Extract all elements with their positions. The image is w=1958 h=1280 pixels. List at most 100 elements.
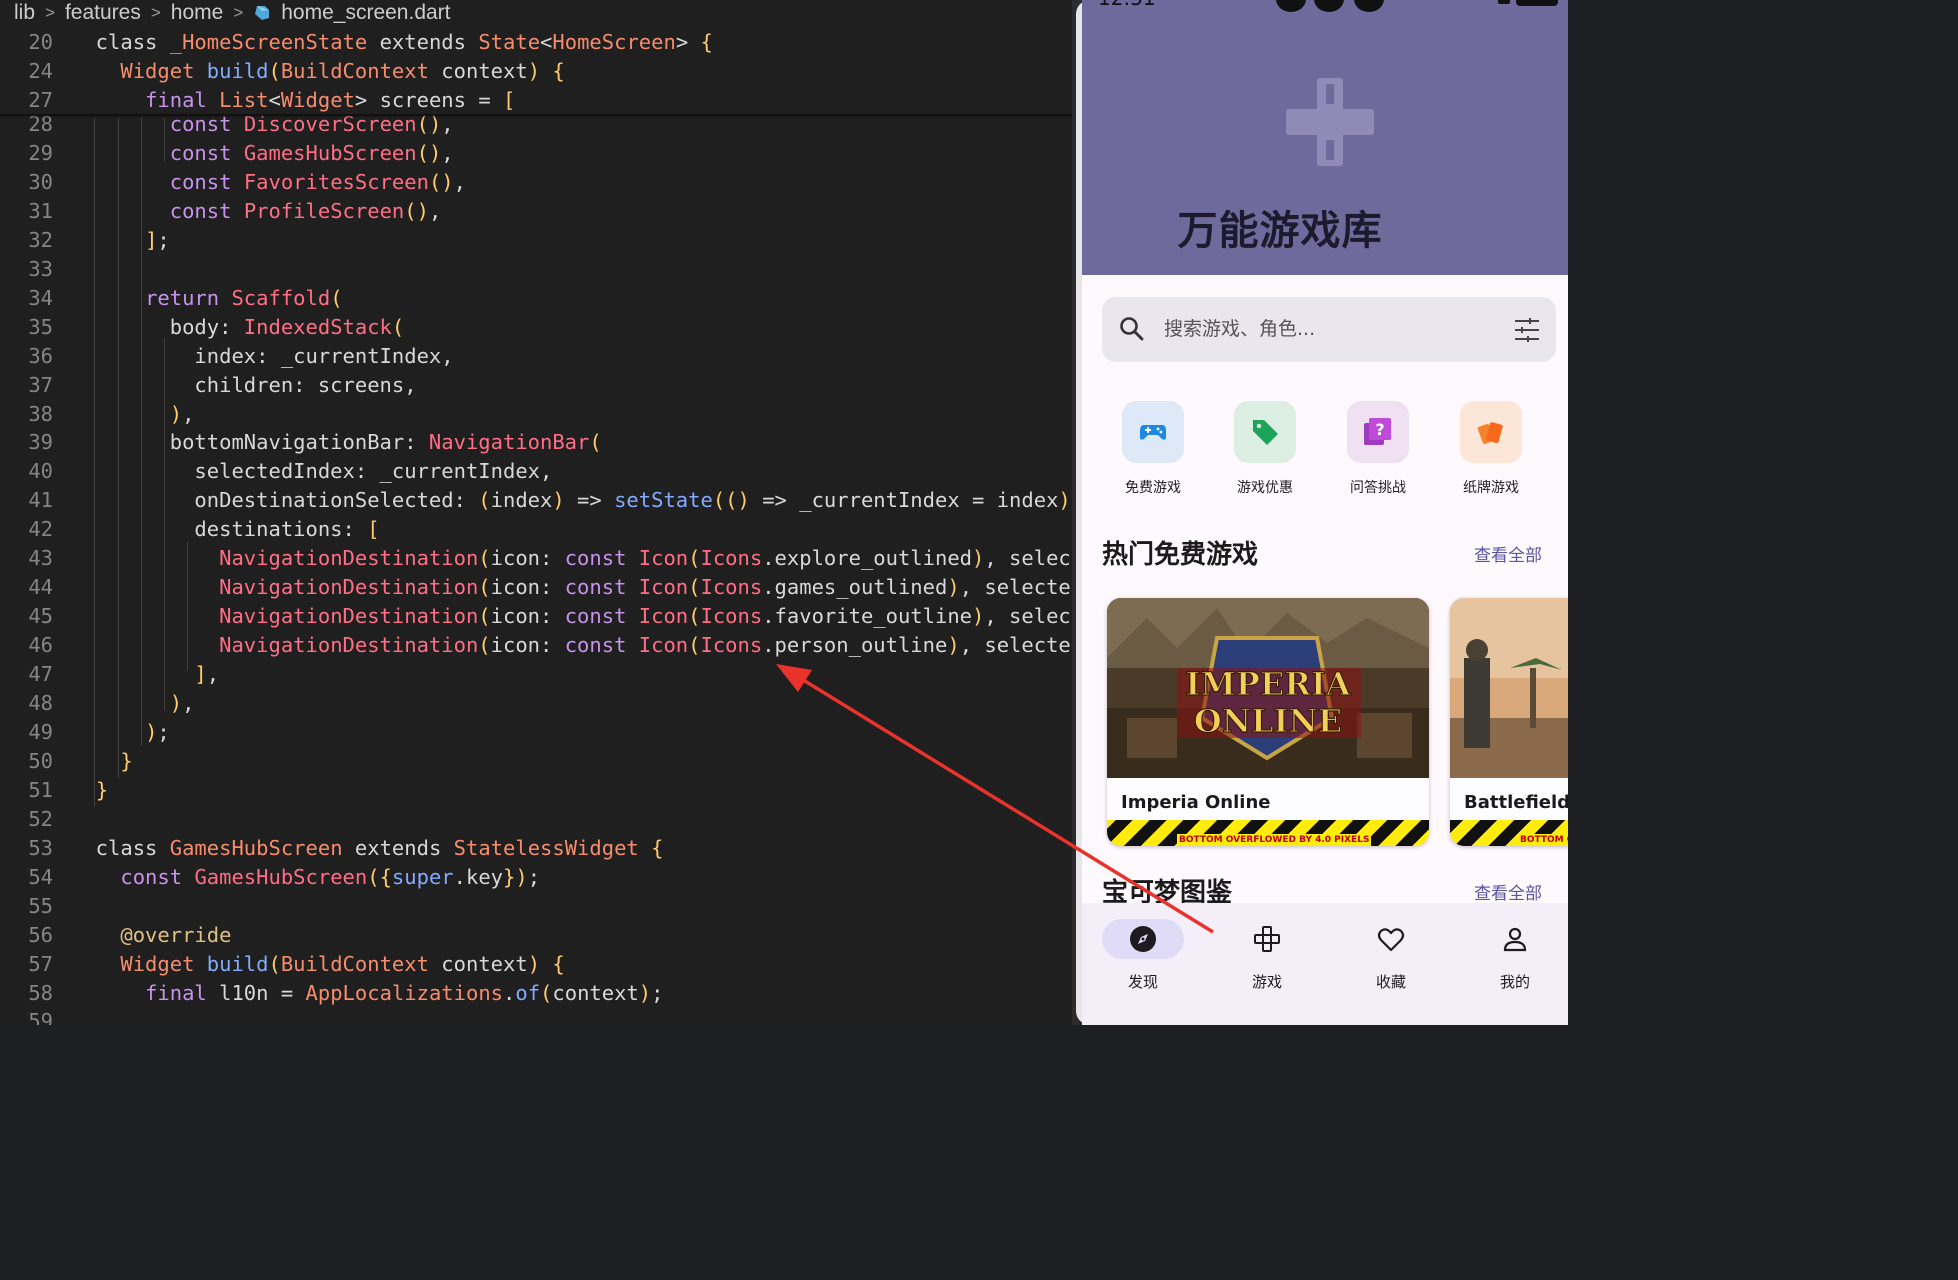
code-line[interactable]: 53 class GamesHubScreen extends Stateles… (0, 834, 1078, 863)
code-text: } (71, 747, 132, 776)
code-line[interactable]: 56 @override (0, 921, 1078, 950)
game-card-imperia-online[interactable]: IMPERIA ONLINE Imperia Online BOTTOM OVE… (1107, 598, 1429, 846)
code-line[interactable]: 33 (0, 255, 1078, 284)
code-line[interactable]: 40 selectedIndex: _currentIndex, (0, 457, 1078, 486)
code-token: ( (478, 633, 491, 658)
code-token: ( (688, 604, 701, 629)
code-token: setState (614, 488, 713, 513)
category-quiz[interactable]: ? 问答挑战 (1338, 401, 1418, 497)
sticky-code-line[interactable]: 24 Widget build(BuildContext context) { (0, 57, 1078, 86)
heart-icon (1377, 928, 1405, 952)
line-number: 31 (28, 198, 53, 223)
code-line[interactable]: 45 NavigationDestination(icon: const Ico… (0, 602, 1078, 631)
code-token: ( (268, 951, 281, 976)
code-text: NavigationDestination(icon: const Icon(I… (71, 602, 1078, 631)
code-line[interactable]: 49 ); (0, 718, 1078, 747)
code-line[interactable]: 58 final l10n = AppLocalizations.of(cont… (0, 979, 1078, 1008)
filter-sliders-icon[interactable] (1514, 317, 1540, 343)
code-line[interactable]: 50 } (0, 747, 1078, 776)
code-token: }) (503, 864, 528, 889)
overflow-warning-stripe: BOTTOM OVERFLOWED BY 4.0 PIXELS (1107, 820, 1429, 846)
line-number: 39 (28, 430, 53, 455)
category-free-games[interactable]: 免费游戏 (1113, 401, 1193, 497)
game-card-battlefield[interactable]: Battlefield R BOTTOM O (1450, 598, 1568, 846)
code-token: FavoritesScreen (243, 169, 429, 194)
breadcrumb-features[interactable]: features (65, 1, 141, 25)
code-line[interactable]: 36 index: _currentIndex, (0, 342, 1078, 371)
breadcrumb-home[interactable]: home (171, 1, 224, 25)
view-all-link[interactable]: 查看全部 (1474, 541, 1542, 566)
code-text: ]; (71, 226, 170, 255)
code-line[interactable]: 47 ], (0, 660, 1078, 689)
search-bar[interactable]: 搜索游戏、角色... (1102, 297, 1556, 362)
code-token: const (564, 575, 627, 600)
code-token: ) (947, 575, 960, 600)
code-line[interactable]: 54 const GamesHubScreen({super.key}); (0, 863, 1078, 892)
view-all-link[interactable]: 查看全部 (1474, 879, 1542, 904)
category-label: 问答挑战 (1350, 480, 1406, 496)
code-line[interactable]: 34 return Scaffold( (0, 284, 1078, 313)
code-line[interactable]: 38 ), (0, 400, 1078, 429)
code-line[interactable]: 44 NavigationDestination(icon: const Ico… (0, 573, 1078, 602)
code-line[interactable]: 29 const GamesHubScreen(), (0, 139, 1078, 168)
code-editor[interactable]: lib > features > home > home_screen.dart… (0, 0, 1078, 1025)
nav-label: 游戏 (1251, 973, 1282, 991)
code-line[interactable]: 57 Widget build(BuildContext context) { (0, 950, 1078, 979)
code-token: extends (367, 30, 479, 54)
nav-tab-favorites[interactable]: 收藏 (1341, 919, 1441, 992)
code-line[interactable]: 55 (0, 892, 1078, 921)
category-deals[interactable]: 游戏优惠 (1225, 401, 1305, 497)
sticky-code-line[interactable]: 20 class _HomeScreenState extends State<… (0, 28, 1078, 57)
code-line[interactable]: 35 body: IndexedStack( (0, 313, 1078, 342)
code-line[interactable]: 32 ]; (0, 226, 1078, 255)
overflow-warning-text: BOTTOM O (1518, 834, 1568, 846)
code-line[interactable]: 30 const FavoritesScreen(), (0, 168, 1078, 197)
code-text: NavigationDestination(icon: const Icon(I… (71, 631, 1078, 660)
nav-indicator (1474, 919, 1556, 959)
code-token: final (145, 980, 207, 1005)
category-card-games[interactable]: 纸牌游戏 (1451, 401, 1531, 497)
code-token: destinations: (71, 517, 368, 542)
code-text: const GamesHubScreen(), (71, 139, 454, 168)
code-line[interactable]: 39 bottomNavigationBar: NavigationBar( (0, 428, 1078, 457)
line-number: 36 (28, 343, 53, 368)
code-line[interactable]: 43 NavigationDestination(icon: const Ico… (0, 544, 1078, 573)
line-number: 32 (28, 227, 53, 252)
code-line[interactable]: 46 NavigationDestination(icon: const Ico… (0, 631, 1078, 660)
code-token: , selectedIco (984, 604, 1078, 629)
code-line[interactable]: 41 onDestinationSelected: (index) => set… (0, 486, 1078, 515)
line-number: 27 (28, 88, 53, 112)
breadcrumb-file[interactable]: home_screen.dart (281, 1, 450, 25)
nav-tab-games[interactable]: 游戏 (1217, 919, 1317, 992)
code-line[interactable]: 37 children: screens, (0, 371, 1078, 400)
search-input[interactable]: 搜索游戏、角色... (1164, 297, 1315, 362)
code-token: ) (972, 604, 985, 629)
overflow-warning-text: BOTTOM OVERFLOWED BY 4.0 PIXELS (1177, 834, 1372, 846)
nav-tab-discover[interactable]: 发现 (1093, 919, 1193, 992)
header-banner: 12:51 万能游戏库 (1082, 0, 1568, 275)
code-token: GamesHubScreen (194, 864, 368, 889)
nav-tab-profile[interactable]: 我的 (1465, 919, 1565, 992)
code-text: NavigationDestination(icon: const Icon(I… (71, 573, 1078, 602)
code-line[interactable]: 48 ), (0, 689, 1078, 718)
code-line[interactable]: 59 (0, 1007, 1078, 1025)
code-token: .explore_outlined (762, 546, 973, 571)
code-line[interactable]: 51 } (0, 776, 1078, 805)
tag-icon (1253, 420, 1278, 445)
code-text: const GamesHubScreen({super.key}); (71, 863, 540, 892)
code-token: index (490, 488, 553, 513)
code-line[interactable]: 31 const ProfileScreen(), (0, 197, 1078, 226)
code-line[interactable]: 42 destinations: [ (0, 515, 1078, 544)
breadcrumb-lib[interactable]: lib (14, 1, 35, 25)
sticky-code-line[interactable]: 27 final List<Widget> screens = [ (0, 86, 1078, 115)
code-line[interactable]: 52 (0, 805, 1078, 834)
line-number: 54 (28, 864, 53, 889)
